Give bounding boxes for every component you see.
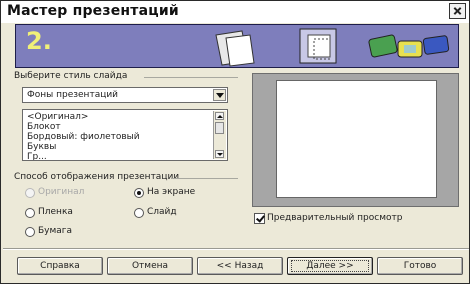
pages-icon (215, 30, 255, 67)
radio-film[interactable] (25, 208, 35, 218)
chevron-down-icon[interactable] (213, 89, 226, 101)
window-title: Мастер презентаций (7, 3, 179, 19)
display-group-divider (171, 178, 238, 179)
radio-film-label: Пленка (38, 207, 73, 217)
title-bar: Мастер презентаций (1, 1, 469, 23)
style-combo-value: Фоны презентаций (27, 90, 119, 100)
back-button-label: << Назад (216, 261, 264, 271)
finish-button[interactable]: Готово (377, 257, 463, 275)
radio-on-screen-label: На экране (147, 187, 196, 197)
color-cards-icon (368, 34, 450, 58)
radio-paper[interactable] (25, 227, 35, 237)
radio-slide[interactable] (134, 208, 144, 218)
wizard-banner: 2. (15, 24, 459, 68)
help-button-label: Справка (40, 261, 80, 271)
preview-slide (276, 80, 437, 198)
scroll-thumb[interactable] (215, 122, 224, 134)
back-button[interactable]: << Назад (197, 257, 283, 275)
list-item[interactable]: Гр... (27, 152, 47, 160)
display-group-label: Способ отображения презентации (14, 172, 180, 182)
cancel-button[interactable]: Отмена (107, 257, 193, 275)
preview-checkbox-label: Предварительный просмотр (267, 213, 403, 223)
wizard-window: Мастер презентаций 2. Выберите стиль сла… (0, 0, 470, 284)
style-group-label: Выберите стиль слайда (14, 71, 128, 81)
list-item[interactable]: Буквы (27, 142, 56, 152)
close-button[interactable] (449, 3, 466, 19)
scroll-down-icon[interactable] (215, 150, 224, 158)
finish-button-label: Готово (403, 261, 437, 271)
style-listbox[interactable]: <Оригинал> Блокот Бордовый: фиолетовый Б… (22, 109, 228, 161)
scroll-up-icon[interactable] (215, 112, 224, 120)
focus-ring (291, 260, 369, 272)
list-item[interactable]: Бордовый: фиолетовый (27, 132, 140, 142)
radio-original-label: Оригинал (38, 187, 85, 197)
preview-checkbox[interactable] (254, 213, 265, 224)
list-item[interactable]: Блокот (27, 122, 61, 132)
radio-original[interactable] (25, 188, 35, 198)
style-group-divider (144, 77, 238, 78)
list-item[interactable]: <Оригинал> (27, 112, 88, 122)
slide-preview (252, 73, 459, 207)
list-scrollbar[interactable] (213, 111, 226, 159)
banner-illustration (215, 28, 450, 67)
slide-select-icon (299, 28, 337, 64)
style-combo[interactable]: Фоны презентаций (22, 87, 228, 103)
next-button[interactable]: Далее >> (287, 257, 373, 275)
cancel-button-label: Отмена (131, 261, 169, 271)
help-button[interactable]: Справка (17, 257, 103, 275)
radio-on-screen[interactable] (134, 188, 144, 198)
button-separator (3, 248, 469, 250)
radio-paper-label: Бумага (38, 226, 73, 236)
radio-slide-label: Слайд (147, 207, 177, 217)
